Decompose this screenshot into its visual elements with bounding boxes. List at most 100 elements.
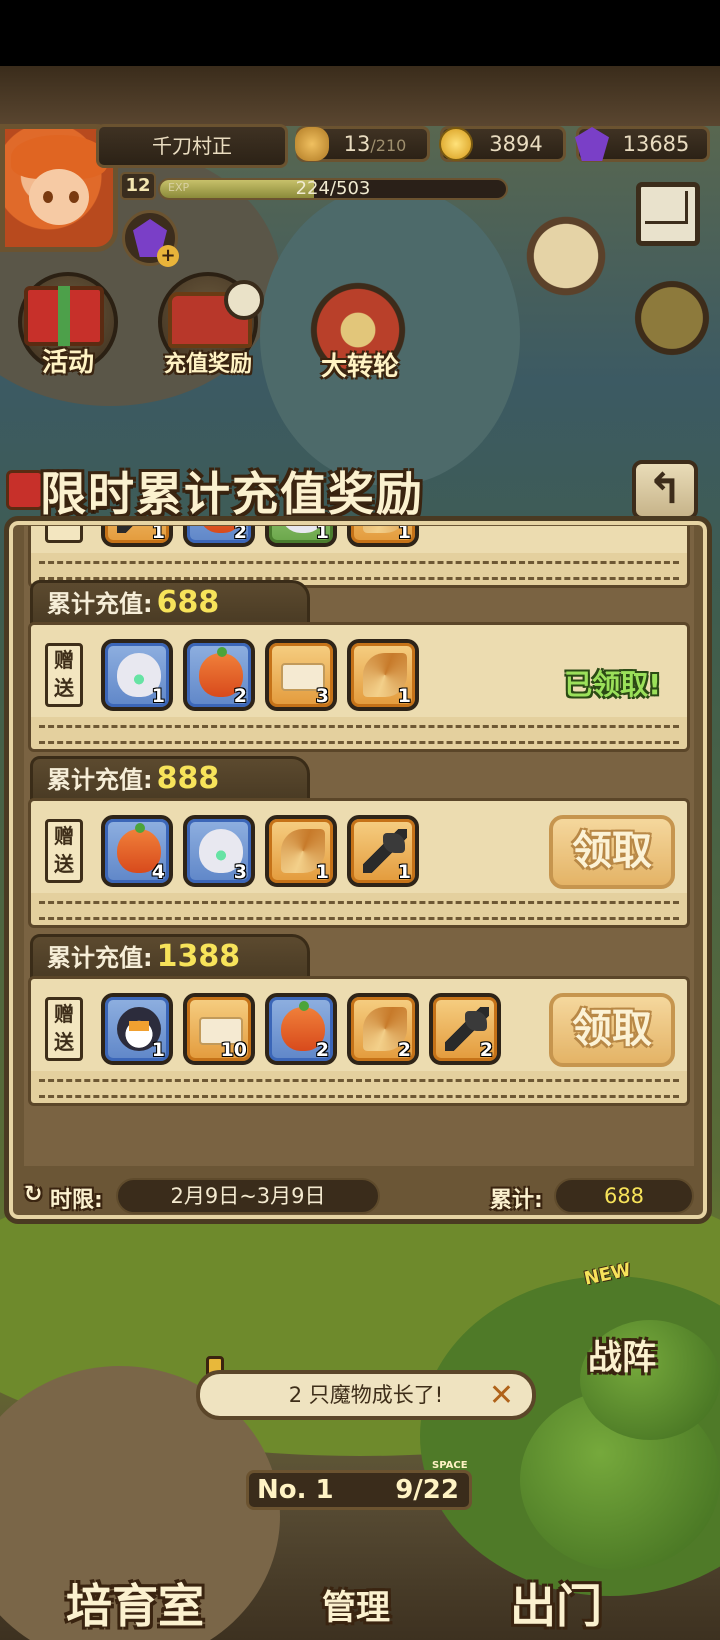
item-count: 3 (233, 861, 247, 883)
item-count: 4 (151, 861, 165, 883)
reward-item[interactable]: 1 (101, 526, 173, 547)
mail-icon[interactable] (636, 182, 700, 246)
monster-rank-bar: No. 1 9/22 (246, 1470, 472, 1510)
time-range: 2月9日~3月9日 (116, 1178, 380, 1214)
tier-body: 赠送 4 3 1 1 领取 (28, 798, 690, 928)
buy-gems-button[interactable]: + (122, 210, 179, 267)
space-label: SPACE (432, 1460, 468, 1471)
item-count: 1 (315, 526, 329, 543)
player-level: 12 (120, 172, 156, 200)
reward-item[interactable]: 1 (265, 815, 337, 887)
item-count: 3 (315, 685, 329, 707)
time-label: 时限: (50, 1188, 103, 1213)
gift-icon (24, 286, 104, 346)
tier-prefix: 累计充值: (47, 944, 153, 972)
total-label: 累计: (490, 1188, 543, 1213)
reward-item[interactable]: 1 (347, 815, 419, 887)
item-count: 1 (397, 685, 411, 707)
item-count: 2 (233, 526, 247, 543)
reward-item[interactable]: 4 (101, 815, 173, 887)
big-wheel-label: 大转轮 (320, 352, 399, 382)
bread-icon (295, 127, 329, 161)
quest-scroll-icon[interactable] (516, 206, 616, 306)
reward-item[interactable]: 1 (347, 639, 419, 711)
item-count: 1 (397, 861, 411, 883)
manage-button[interactable]: 管理 (322, 1580, 390, 1629)
tier-body: 赠送 1 10 2 2 2 领取 (28, 976, 690, 1106)
reward-item[interactable]: 3 (183, 815, 255, 887)
tier-list[interactable]: 送 1 2 1 1 累计充值:688 赠送 1 2 3 1 已领取! 累计充值:… (24, 526, 694, 1166)
item-count: 1 (151, 1039, 165, 1061)
backpack-icon[interactable] (624, 270, 720, 366)
reward-item[interactable]: 1 (101, 993, 173, 1065)
gold-value: 3894 (489, 132, 543, 156)
rank-number: No. 1 (257, 1475, 334, 1505)
chest-title-icon (6, 470, 44, 510)
gold-counter[interactable]: 3894 (439, 126, 566, 162)
total-value: 688 (554, 1178, 694, 1214)
nursery-button[interactable]: 培育室 (66, 1570, 204, 1636)
gift-label: 赠送 (45, 643, 83, 707)
item-count: 10 (220, 1039, 247, 1061)
purple-gem-icon (575, 127, 609, 161)
divider (39, 725, 679, 728)
item-count: 1 (315, 861, 329, 883)
reward-item[interactable]: 2 (183, 526, 255, 547)
panel-footer: ↻ 时限: 2月9日~3月9日 累计: 688 (20, 1178, 696, 1218)
item-count: 2 (479, 1039, 493, 1061)
item-count: 2 (397, 1039, 411, 1061)
refresh-icon: ↻ (24, 1182, 43, 1207)
header-strip (0, 66, 720, 126)
stamina-counter[interactable]: 13/210 (295, 126, 430, 162)
panel-title: 限时累计充值奖励 (40, 467, 424, 521)
claim-button[interactable]: 领取 (549, 993, 675, 1067)
reward-item[interactable]: 2 (265, 993, 337, 1065)
stamina-max: /210 (370, 136, 407, 155)
reward-item[interactable]: 2 (183, 639, 255, 711)
reward-item[interactable]: 1 (265, 526, 337, 547)
divider (39, 917, 679, 920)
recharge-reward-label: 充值奖励 (163, 352, 252, 377)
tier-body: 赠送 1 2 3 1 已领取! (28, 622, 690, 752)
reward-item[interactable]: 3 (265, 639, 337, 711)
reward-item[interactable]: 1 (347, 526, 419, 547)
reward-item[interactable]: 2 (347, 993, 419, 1065)
tier-tab: 累计充值: 1388 (30, 934, 310, 980)
tier-tab: 累计充值: 888 (30, 756, 310, 802)
battle-formation-button[interactable]: 战阵 (588, 1330, 656, 1379)
plus-icon: + (157, 245, 179, 267)
notice-banner[interactable]: 2 只魔物成长了! ✕ (196, 1370, 536, 1420)
gift-label: 赠送 (45, 819, 83, 883)
claimed-status: 已领取! (564, 668, 661, 701)
gift-label: 赠送 (45, 997, 83, 1061)
tier-prefix: 累计充值: (47, 766, 153, 794)
divider (39, 1079, 679, 1082)
gem-value: 13685 (622, 132, 690, 156)
player-name: 千刀村正 (96, 124, 288, 168)
item-count: 1 (397, 526, 411, 543)
exp-text: 224/503 (295, 178, 371, 199)
notice-text: 2 只魔物成长了! (288, 1383, 444, 1407)
tier-amount: 888 (156, 761, 220, 796)
activity-label: 活动 (41, 348, 94, 378)
divider (39, 1095, 679, 1098)
reward-item[interactable]: 10 (183, 993, 255, 1065)
close-icon[interactable]: ✕ (489, 1378, 514, 1414)
gift-label: 送 (45, 526, 83, 543)
tier-tab: 累计充值: 688 (30, 580, 310, 626)
reward-item[interactable]: 1 (101, 639, 173, 711)
go-out-button[interactable]: 出门 (510, 1570, 602, 1636)
tier-body: 送 1 2 1 1 (28, 526, 690, 588)
space-count: 9/22 (395, 1475, 459, 1505)
item-count: 1 (151, 685, 165, 707)
item-count: 1 (151, 526, 165, 543)
divider (39, 901, 679, 904)
stamina-current: 13 (343, 132, 371, 156)
claim-button[interactable]: 领取 (549, 815, 675, 889)
reward-item[interactable]: 2 (429, 993, 501, 1065)
tier-amount: 688 (156, 585, 220, 620)
gem-counter[interactable]: 13685 (575, 126, 710, 162)
item-count: 2 (315, 1039, 329, 1061)
divider (39, 561, 679, 564)
back-button[interactable]: ↰ (632, 460, 698, 520)
